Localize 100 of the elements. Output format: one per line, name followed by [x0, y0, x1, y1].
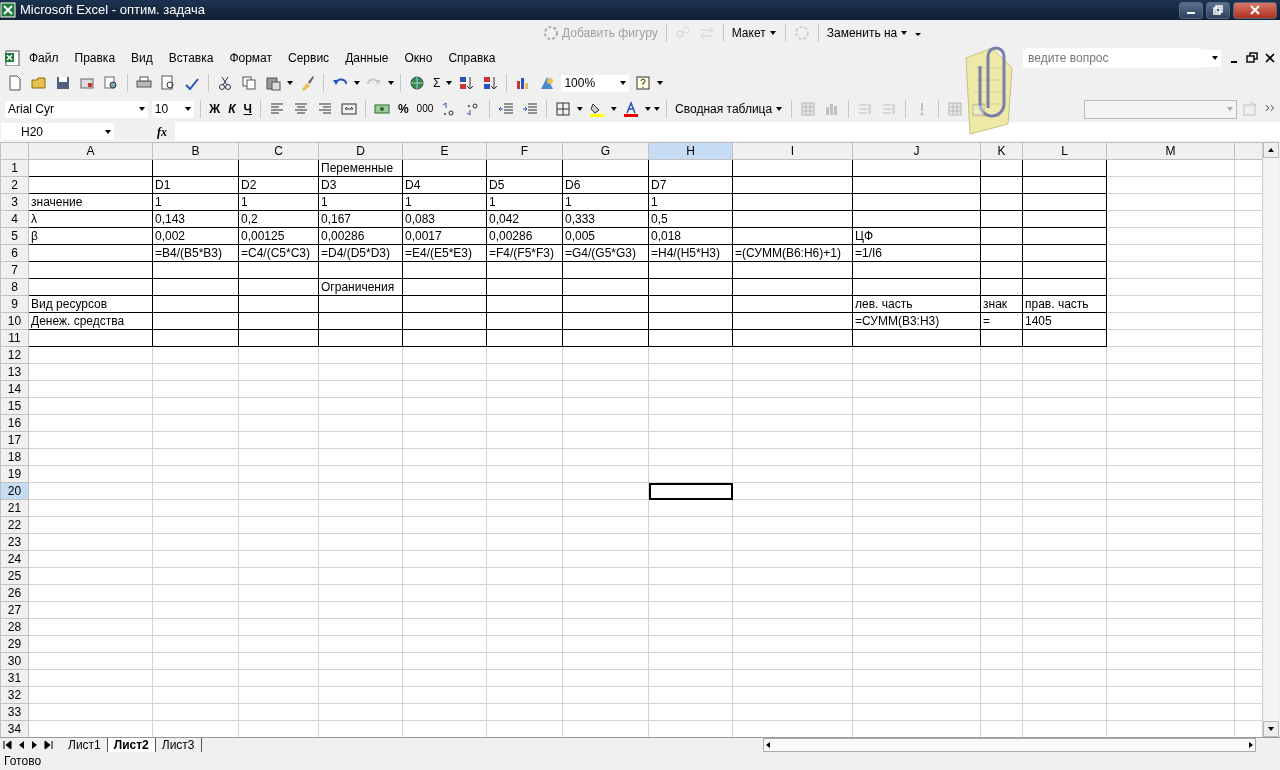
column-header[interactable]: D	[318, 142, 403, 160]
table-cell[interactable]: D1	[152, 176, 239, 194]
column-header[interactable]: H	[648, 142, 733, 160]
table-cell[interactable]: Денеж. средства	[28, 312, 153, 330]
restore-button[interactable]	[1206, 1, 1230, 19]
save-icon[interactable]	[55, 75, 71, 91]
table-cell[interactable]	[562, 159, 649, 177]
table-cell[interactable]: D4	[402, 176, 487, 194]
zoom-field[interactable]: 100%	[560, 73, 631, 93]
merge-cells-icon[interactable]	[340, 101, 357, 117]
menu-item[interactable]: Справка	[441, 47, 503, 69]
table-cell[interactable]: 0,143	[152, 210, 239, 228]
scroll-down-icon[interactable]	[1267, 725, 1275, 733]
minimize-button[interactable]	[1179, 1, 1203, 19]
menu-item[interactable]: Вид	[124, 47, 160, 69]
table-cell[interactable]: β	[28, 227, 153, 245]
help-icon[interactable]	[635, 75, 652, 91]
permission-icon[interactable]	[79, 75, 95, 91]
column-header[interactable]: M	[1106, 142, 1235, 160]
table-cell[interactable]: знак	[980, 295, 1023, 313]
table-cell[interactable]: 0,333	[562, 210, 649, 228]
table-cell[interactable]: 0,042	[486, 210, 563, 228]
table-cell[interactable]: 0,002	[152, 227, 239, 245]
first-sheet-icon[interactable]	[2, 740, 12, 750]
table-cell[interactable]	[152, 159, 239, 177]
table-cell[interactable]: =1/I6	[852, 244, 981, 262]
formula-input[interactable]	[175, 122, 1280, 141]
currency-icon[interactable]	[373, 101, 390, 117]
align-left-icon[interactable]	[268, 101, 285, 117]
menu-item[interactable]: Окно	[397, 47, 440, 69]
table-cell[interactable]: значение	[28, 193, 153, 211]
table-cell[interactable]	[402, 159, 487, 177]
underline-button[interactable]: Ч	[240, 99, 255, 119]
sheet-tab[interactable]: Лист1	[62, 738, 108, 752]
column-header[interactable]: F	[486, 142, 563, 160]
menu-item[interactable]: Правка	[67, 47, 123, 69]
table-cell[interactable]: D6	[562, 176, 649, 194]
percent-button[interactable]: %	[394, 99, 412, 119]
sort-ascending-icon[interactable]	[458, 75, 475, 91]
table-cell[interactable]: D2	[238, 176, 319, 194]
table-cell[interactable]: лев. часть	[852, 295, 981, 313]
table-cell[interactable]	[28, 261, 153, 279]
table-cell[interactable]	[28, 244, 153, 262]
table-cell[interactable]	[486, 159, 563, 177]
close-button[interactable]	[1233, 1, 1277, 19]
italic-button[interactable]: К	[225, 99, 239, 119]
table-cell[interactable]: 1	[318, 193, 403, 211]
drawing-icon[interactable]	[539, 75, 556, 91]
dropdown-field[interactable]	[1084, 99, 1237, 119]
folder-icon[interactable]	[31, 75, 47, 91]
horizontal-scrollbar[interactable]	[763, 738, 1256, 752]
globe-icon[interactable]	[409, 75, 425, 91]
menu-item[interactable]: Данные	[338, 47, 396, 69]
table-cell[interactable]: 0,00286	[486, 227, 563, 245]
menu-item[interactable]: Файл	[22, 47, 66, 69]
table-cell[interactable]	[980, 159, 1023, 177]
menu-item[interactable]: Сервис	[281, 47, 337, 69]
last-sheet-icon[interactable]	[44, 740, 54, 750]
table-cell[interactable]	[238, 159, 319, 177]
table-cell[interactable]: 1	[562, 193, 649, 211]
table-cell[interactable]: прав. часть	[1022, 295, 1107, 313]
table-cell[interactable]: 0,0017	[402, 227, 487, 245]
align-center-icon[interactable]	[292, 101, 309, 117]
table-cell[interactable]: 0,167	[318, 210, 403, 228]
thousands-button[interactable]: 000	[413, 99, 437, 119]
help-search-field[interactable]: ведите вопрос	[1022, 48, 1222, 68]
column-header[interactable]: B	[152, 142, 239, 160]
research-icon[interactable]	[103, 75, 119, 91]
column-header[interactable]: A	[28, 142, 153, 160]
column-header[interactable]: C	[238, 142, 319, 160]
cut-icon[interactable]	[217, 75, 233, 91]
table-cell[interactable]	[28, 278, 153, 296]
column-header[interactable]: J	[852, 142, 981, 160]
table-cell[interactable]: 0,018	[648, 227, 733, 245]
table-cell[interactable]: D3	[318, 176, 403, 194]
autosum-button[interactable]: Σ	[430, 73, 444, 93]
table-cell[interactable]: =B4/(B5*B3)	[152, 244, 239, 262]
table-cell[interactable]: 1	[152, 193, 239, 211]
table-cell[interactable]: =C4/(C5*C3)	[238, 244, 319, 262]
table-cell[interactable]: Ограничения	[318, 278, 403, 296]
align-right-icon[interactable]	[316, 101, 333, 117]
close-icon[interactable]	[1264, 52, 1276, 64]
table-cell[interactable]	[28, 159, 153, 177]
table-cell[interactable]: 0,00286	[318, 227, 403, 245]
column-header[interactable]: G	[562, 142, 649, 160]
sheet-tab[interactable]: Лист3	[155, 738, 202, 752]
table-cell[interactable]	[648, 159, 733, 177]
table-cell[interactable]: =	[980, 312, 1023, 330]
table-cell[interactable]: =G4/(G5*G3)	[562, 244, 649, 262]
workbook-icon[interactable]	[4, 50, 20, 66]
format-painter-icon[interactable]	[299, 75, 315, 91]
table-cell[interactable]: =F4/(F5*F3)	[486, 244, 563, 262]
table-cell[interactable]: 0,00125	[238, 227, 319, 245]
sheet-tab[interactable]: Лист2	[107, 738, 156, 752]
column-header[interactable]: I	[732, 142, 853, 160]
table-cell[interactable]	[852, 159, 981, 177]
table-cell[interactable]: =E4/(E5*E3)	[402, 244, 487, 262]
table-cell[interactable]: λ	[28, 210, 153, 228]
scroll-up-icon[interactable]	[1267, 146, 1275, 154]
pivot-table-button[interactable]: Сводная таблица	[672, 99, 787, 119]
